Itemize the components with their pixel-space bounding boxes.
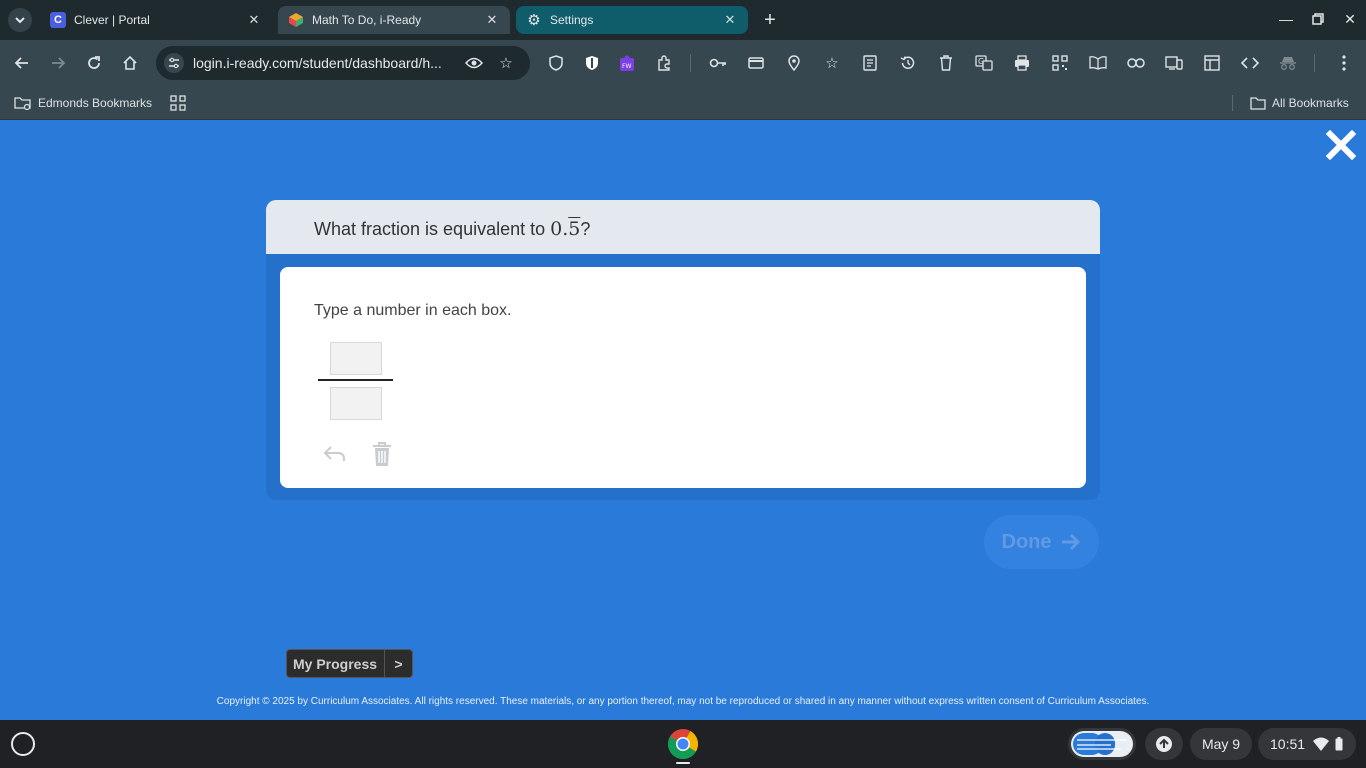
kebab-menu-icon[interactable] (1332, 51, 1356, 75)
trash-icon[interactable] (369, 441, 395, 467)
tab-search-button[interactable] (8, 8, 32, 32)
toolbar-divider (1314, 54, 1315, 72)
progress-arrow: > (384, 650, 412, 677)
done-button[interactable]: Done (984, 515, 1099, 569)
tab-iready[interactable]: Math To Do, i-Ready ✕ (278, 6, 510, 34)
tab-settings[interactable]: ⚙ Settings ✕ (516, 6, 748, 34)
numerator-input[interactable] (330, 342, 382, 375)
history-icon[interactable] (896, 51, 920, 75)
question-mark: ? (580, 219, 591, 239)
denominator-input[interactable] (330, 387, 382, 420)
math-expression: 0.5 (550, 218, 580, 240)
gear-icon: ⚙ (527, 12, 541, 29)
question-card: What fraction is equivalent to 0.5? Type… (266, 200, 1100, 500)
tab-close-icon[interactable]: ✕ (722, 12, 738, 28)
bookmarks-manager-icon[interactable]: ☆ (820, 51, 844, 75)
tab-clever[interactable]: C Clever | Portal ✕ (40, 6, 272, 34)
tab-strip: C Clever | Portal ✕ Math To Do, i-Ready … (0, 0, 1366, 40)
math-repeating-digit: 5 (568, 218, 581, 240)
bookmarks-divider (1232, 95, 1233, 111)
incognito-icon[interactable] (1276, 51, 1300, 75)
new-tab-button[interactable]: + (758, 8, 782, 32)
my-progress-button[interactable]: My Progress > (286, 649, 413, 678)
restore-icon[interactable] (1306, 8, 1330, 30)
clock-time: 10:51 (1270, 736, 1306, 752)
key-icon[interactable] (706, 51, 730, 75)
bookmarks-bar: Edmonds Bookmarks All Bookmarks (0, 86, 1366, 120)
fraction-bar (318, 379, 393, 381)
tab-title: Clever | Portal (74, 13, 150, 27)
reading-mode-icon[interactable] (1086, 51, 1110, 75)
forward-icon[interactable] (46, 51, 70, 75)
managed-folder-icon (14, 97, 31, 110)
running-indicator (676, 762, 690, 764)
extensions-icon[interactable] (652, 51, 676, 75)
site-info-icon[interactable] (164, 53, 184, 73)
browser-toolbar: login.i-ready.com/student/dashboard/h...… (0, 40, 1366, 86)
qr-code-icon[interactable] (1048, 51, 1072, 75)
eye-icon[interactable] (462, 51, 486, 75)
bookmark-label: Edmonds Bookmarks (38, 96, 153, 110)
wifi-icon (1313, 737, 1330, 751)
reading-list-icon[interactable] (858, 51, 882, 75)
iready-favicon-icon (288, 12, 304, 28)
link-icon[interactable] (1124, 51, 1148, 75)
translate-icon[interactable]: G (972, 51, 996, 75)
bookmark-folder-edmonds[interactable]: Edmonds Bookmarks (14, 93, 152, 113)
apps-grid-icon[interactable] (170, 93, 186, 113)
launcher-icon[interactable] (11, 732, 35, 756)
print-icon[interactable] (1010, 51, 1034, 75)
home-icon[interactable] (118, 51, 142, 75)
shield-extension-icon[interactable] (580, 51, 604, 75)
answer-panel: Type a number in each box. (280, 267, 1086, 488)
all-bookmarks-button[interactable]: All Bookmarks (1250, 93, 1349, 113)
code-icon[interactable] (1238, 51, 1262, 75)
system-tray[interactable]: 10:51 (1258, 728, 1356, 760)
close-lesson-icon[interactable] (1326, 130, 1356, 160)
tab-close-icon[interactable]: ✕ (246, 12, 262, 28)
os-shelf: May 9 10:51 (0, 720, 1366, 768)
trash-icon[interactable] (934, 51, 958, 75)
svg-text:FW: FW (622, 63, 631, 70)
math-whole: 0. (550, 218, 569, 240)
location-pin-icon[interactable] (782, 51, 806, 75)
instruction-text: Type a number in each box. (314, 302, 512, 319)
bookmark-label: All Bookmarks (1272, 96, 1349, 110)
toolbar-divider (690, 54, 691, 72)
my-progress-label: My Progress (293, 655, 378, 672)
reload-icon[interactable] (82, 51, 106, 75)
cast-devices-icon[interactable] (1162, 51, 1186, 75)
copyright-notice: Copyright © 2025 by Curriculum Associate… (216, 696, 1150, 707)
question-text: What fraction is equivalent to (314, 219, 551, 239)
battery-icon (1335, 737, 1343, 751)
clever-favicon-icon: C (50, 12, 66, 28)
chevron-down-icon (15, 17, 25, 24)
credit-card-icon[interactable] (744, 51, 768, 75)
tab-title: Math To Do, i-Ready (312, 13, 422, 27)
lesson-page: What fraction is equivalent to 0.5? Type… (0, 120, 1366, 720)
window-preview-thumbnail[interactable] (1068, 728, 1136, 760)
arrow-right-icon (1061, 533, 1080, 551)
puzzle-extension-icon[interactable]: FW (616, 51, 640, 75)
question-prompt: What fraction is equivalent to 0.5? (266, 200, 1100, 254)
bookmark-star-icon[interactable]: ☆ (494, 51, 518, 75)
url-text: login.i-ready.com/student/dashboard/h... (193, 55, 442, 71)
tab-title: Settings (550, 13, 594, 27)
date-pill[interactable]: May 9 (1190, 728, 1252, 760)
folder-icon (1250, 96, 1266, 110)
shield-outline-icon[interactable] (544, 51, 568, 75)
undo-icon[interactable] (322, 441, 348, 467)
tab-close-icon[interactable]: ✕ (484, 12, 500, 28)
minimize-icon[interactable]: — (1274, 8, 1298, 30)
back-icon[interactable] (10, 51, 34, 75)
done-label: Done (1001, 530, 1052, 553)
address-bar[interactable]: login.i-ready.com/student/dashboard/h...… (156, 46, 530, 80)
tab-layout-icon[interactable] (1200, 51, 1224, 75)
update-available-icon[interactable] (1145, 728, 1183, 760)
chrome-browser-icon[interactable] (667, 728, 699, 760)
close-window-icon[interactable]: ✕ (1338, 8, 1362, 30)
